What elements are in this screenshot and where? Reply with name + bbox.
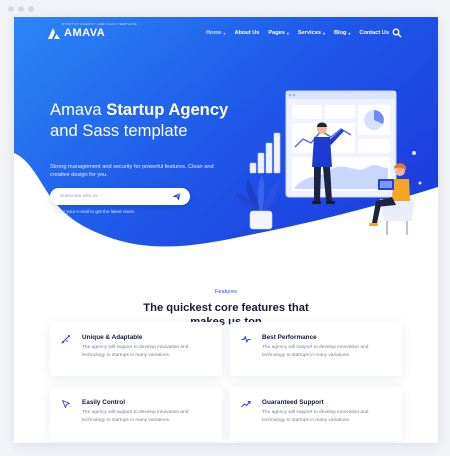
hero-description: Strong management and security for power…: [50, 164, 214, 178]
nav-item-contact[interactable]: Contact Us: [359, 30, 389, 36]
pen-tool-icon: [61, 335, 70, 344]
nav-item-blog[interactable]: Blog ▾: [334, 30, 350, 36]
top-navbar: STARTUP AGENCY AND SAAS TEMPLATE AMAVA H…: [14, 17, 438, 53]
nav-item-pages[interactable]: Pages ▾: [268, 30, 289, 36]
nav-item-services[interactable]: Services ▾: [298, 30, 325, 36]
chevron-down-icon: ▾: [223, 30, 226, 36]
subscribe-form: [50, 188, 190, 205]
feature-card-text: The agency will support to develop innov…: [82, 410, 189, 423]
logo-tagline: STARTUP AGENCY AND SAAS TEMPLATE: [62, 22, 138, 26]
hero-heading-part: and Sass template: [50, 121, 188, 140]
feature-card: Unique & Adaptable The agency will suppo…: [50, 322, 222, 376]
feature-card-title: Easily Control: [82, 399, 125, 406]
cursor-icon: [62, 400, 70, 408]
nav-label: Contact Us: [359, 30, 389, 36]
subscribe-email-input[interactable]: [60, 188, 170, 205]
logo-text: AMAVA: [64, 27, 106, 39]
chevron-down-icon: ▾: [286, 30, 289, 36]
window-dot: [18, 6, 24, 12]
window-dot: [28, 6, 34, 12]
feature-card-text: The agency will support to develop innov…: [262, 345, 369, 358]
window-dot: [8, 6, 14, 12]
browser-window-controls: [8, 6, 34, 12]
feature-card-text: The agency will support to develop innov…: [82, 345, 189, 358]
feature-card-text: The agency will support to develop innov…: [262, 410, 369, 423]
hero-illustration: [236, 90, 422, 235]
nav-label: About Us: [234, 30, 260, 36]
nav-label: Blog: [333, 30, 347, 36]
nav-item-home[interactable]: Home ▾: [206, 30, 226, 36]
trend-up-icon: [241, 401, 251, 408]
nav-item-about[interactable]: About Us: [235, 30, 260, 36]
nav-label: Services: [297, 30, 321, 36]
feature-card: Best Performance The agency will support…: [230, 322, 402, 376]
feature-card-title: Guaranteed Support: [262, 399, 324, 406]
logo[interactable]: STARTUP AGENCY AND SAAS TEMPLATE AMAVA: [48, 22, 137, 39]
search-icon[interactable]: [392, 28, 402, 38]
send-icon[interactable]: [172, 192, 181, 201]
features-eyebrow: Features: [214, 289, 238, 295]
logo-mark-icon: [48, 27, 60, 39]
hero-heading-bold: Startup Agency: [106, 100, 229, 119]
feature-card-title: Unique & Adaptable: [82, 334, 143, 341]
nav-label: Home: [206, 30, 222, 36]
chevron-down-icon: ▾: [322, 30, 325, 36]
feature-card: Guaranteed Support The agency will suppo…: [230, 387, 402, 441]
pulse-icon: [241, 336, 251, 343]
page-frame: STARTUP AGENCY AND SAAS TEMPLATE AMAVA H…: [14, 17, 438, 443]
feature-card-title: Best Performance: [262, 334, 317, 341]
subscribe-hint: Enter your e-mail to get the latest news…: [54, 209, 135, 214]
hero-heading-part: Amava: [50, 100, 107, 119]
main-menu: Home ▾ About Us Pages ▾ Services ▾ Blog ▾ Co…: [206, 30, 389, 36]
nav-label: Pages: [268, 30, 285, 36]
feature-card: Easily Control The agency will support t…: [50, 387, 222, 441]
chevron-down-icon: ▾: [348, 30, 351, 36]
